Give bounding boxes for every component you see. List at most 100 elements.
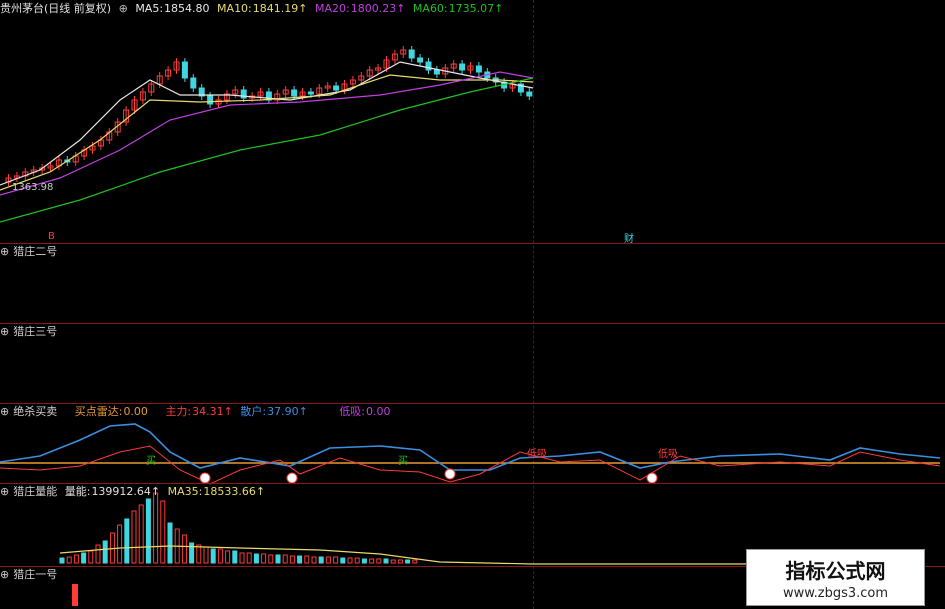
- volume-bar: [390, 559, 396, 564]
- volume-value: 139912.64↑: [91, 485, 161, 498]
- volume-bar: [297, 555, 303, 564]
- panel-icon[interactable]: ⊕: [0, 245, 9, 258]
- ma35-label: MA35:: [167, 485, 203, 498]
- candle: [433, 69, 440, 75]
- volume-bar: [217, 548, 223, 564]
- volume-bar: [275, 554, 281, 564]
- panel-icon[interactable]: ⊕: [0, 405, 9, 418]
- volume-bar: [160, 500, 166, 564]
- signal-buy: 买: [398, 456, 408, 467]
- volume-bar: [225, 550, 231, 564]
- volume-ma35-line: [59, 545, 750, 565]
- separator: [0, 403, 945, 404]
- volume-bar: [397, 559, 403, 564]
- main-panel-header: 贵州茅台(日线 前复权) ⊕ MA5:1854.80 MA10:1841.19↑…: [0, 2, 507, 16]
- panel5-title: 猎庄量能: [13, 485, 58, 498]
- volume-bar: [354, 557, 360, 564]
- ma10-label: MA10:: [217, 2, 252, 15]
- candle: [475, 65, 482, 73]
- volume-bar: [181, 534, 187, 564]
- marker-b: B: [48, 231, 55, 242]
- panel-icon[interactable]: ⊕: [0, 485, 9, 498]
- candle: [291, 89, 298, 97]
- ma20-label: MA20:: [314, 2, 350, 15]
- volume-label: 量能:: [64, 485, 91, 498]
- retail-label: 散户:: [240, 405, 267, 418]
- volume-bar: [282, 554, 288, 564]
- ma-icon[interactable]: ⊕: [119, 2, 128, 15]
- candle: [526, 91, 533, 97]
- separator: [0, 323, 945, 324]
- volume-bar: [66, 556, 72, 564]
- volume-bar: [405, 559, 411, 564]
- volume-bar: [268, 554, 274, 564]
- panel-icon[interactable]: ⊕: [0, 568, 9, 581]
- main-force-label: 主力:: [165, 405, 192, 418]
- panel6-header: ⊕ 猎庄一号: [0, 568, 61, 582]
- volume-bar: [203, 546, 209, 564]
- volume-bar: [261, 553, 267, 564]
- panel-icon[interactable]: ⊕: [0, 325, 9, 338]
- ma60-value: 1735.07↑: [448, 2, 504, 15]
- retail-value: 37.90↑: [267, 405, 308, 418]
- low-price-label: 1363.98: [12, 182, 54, 193]
- candle: [425, 61, 432, 71]
- volume-bar: [88, 550, 94, 564]
- volume-bar: [117, 524, 123, 564]
- panel5-header: ⊕ 猎庄量能 量能:139912.64↑ MA35:18533.66↑: [0, 485, 269, 499]
- volume-bar: [239, 552, 245, 564]
- separator: [0, 243, 945, 244]
- volume-bar: [253, 553, 259, 564]
- low-absorb-value: 0.00: [366, 405, 391, 418]
- candle: [459, 63, 466, 71]
- volume-bar: [131, 510, 137, 564]
- candle: [181, 61, 188, 79]
- candle: [333, 85, 340, 91]
- volume-bar: [347, 557, 353, 564]
- panel4-title: 绝杀买卖: [13, 405, 58, 418]
- panel3-title: 猎庄三号: [13, 325, 58, 338]
- volume-bar: [196, 544, 202, 564]
- signal-buy: 买: [146, 456, 156, 467]
- candle: [307, 91, 314, 95]
- volume-bar: [318, 556, 324, 564]
- volume-bar: [304, 555, 310, 564]
- volume-bar: [102, 540, 108, 564]
- volume-bar: [311, 556, 317, 564]
- signal-absorb: 低吸: [658, 449, 678, 460]
- ma5-value: 1854.80: [164, 2, 210, 15]
- volume-bar: [124, 518, 130, 564]
- candle: [207, 95, 214, 105]
- watermark: 指标公式网 www.zbgs3.com: [746, 549, 925, 606]
- main-title: 贵州茅台(日线 前复权): [0, 2, 112, 15]
- volume-bar: [167, 522, 173, 564]
- main-force-value: 34.31↑: [192, 405, 233, 418]
- panel2-header: ⊕ 猎庄二号: [0, 245, 61, 259]
- buy-point-icon: [444, 468, 456, 480]
- volume-bar: [59, 557, 65, 564]
- buy-point-icon: [286, 472, 298, 484]
- radar-label: 买点雷达:: [74, 405, 123, 418]
- volume-bar: [333, 556, 339, 564]
- volume-bar: [383, 558, 389, 564]
- candle: [190, 77, 197, 89]
- volume-bar: [325, 556, 331, 564]
- panel3-header: ⊕ 猎庄三号: [0, 325, 61, 339]
- watermark-title: 指标公式网: [785, 559, 886, 583]
- signal-bar: [72, 584, 78, 606]
- volume-bar: [232, 550, 238, 564]
- volume-bar: [340, 557, 346, 564]
- volume-bar: [73, 554, 79, 564]
- panel4-header: ⊕ 绝杀买卖 买点雷达:0.00 主力:34.31↑ 散户:37.90↑ 低吸:0…: [0, 405, 395, 419]
- chart-canvas[interactable]: [0, 0, 945, 609]
- volume-bar: [369, 558, 375, 564]
- volume-bar: [81, 552, 87, 564]
- ma60-label: MA60:: [412, 2, 448, 15]
- radar-value: 0.00: [123, 405, 148, 418]
- volume-bar: [153, 492, 159, 564]
- volume-bar: [210, 548, 216, 564]
- separator: [0, 483, 945, 484]
- volume-bar: [145, 498, 151, 564]
- signal-absorb: 低吸: [527, 449, 547, 460]
- main-force-line: [0, 445, 941, 485]
